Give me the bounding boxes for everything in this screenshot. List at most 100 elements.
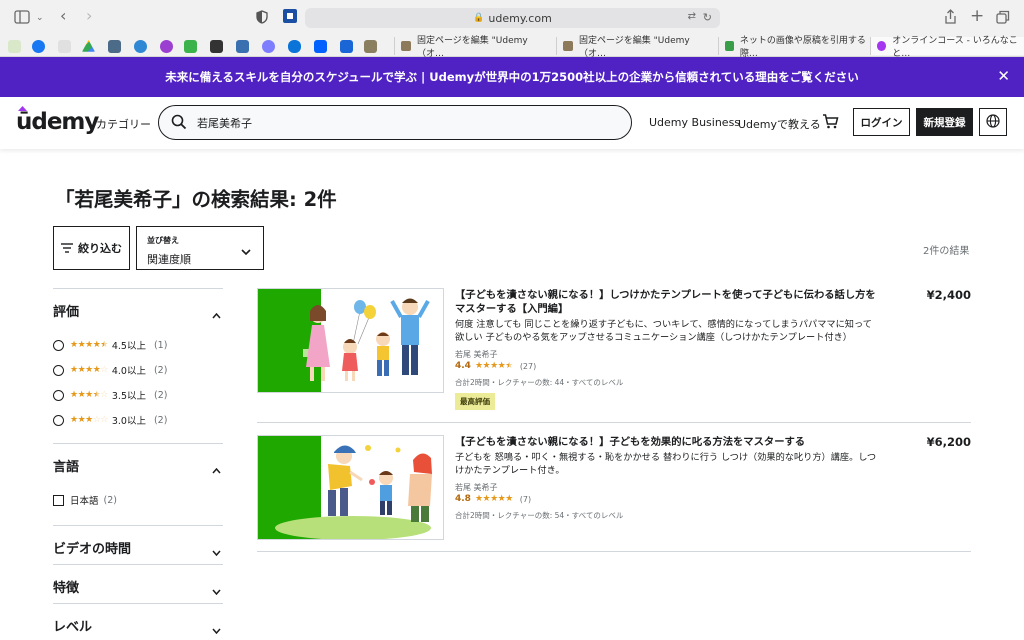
tab-bar: 固定ページを編集 "Udemy（オ… 固定ページを編集 "Udemy（オ… ネッ… [0, 36, 1024, 59]
course-card[interactable]: 【子どもを潰さない親になる！】しつけかたテンプレートを使って子どもに伝わる話し方… [257, 288, 971, 423]
favicon-icon[interactable] [108, 40, 121, 53]
favicon-icon[interactable] [8, 40, 21, 53]
language-button[interactable] [979, 108, 1007, 136]
filter-heading[interactable]: レベル [53, 616, 92, 635]
checkbox[interactable] [53, 494, 64, 506]
tab-title: 固定ページを編集 "Udemy（オ… [578, 36, 690, 59]
translate-icon[interactable]: ⇄ [688, 11, 696, 22]
filter-features[interactable]: 特徴 [53, 564, 223, 603]
tab-favicon-icon [563, 41, 573, 51]
tab-online-course[interactable]: オンラインコース - いろんなこと… [870, 36, 1024, 59]
star-rating-icon: ★★★★★ [474, 494, 513, 504]
back-icon[interactable]: ‹ [60, 8, 66, 24]
cart-icon[interactable] [822, 113, 839, 134]
course-rating: 4.4 ★★★★★ (27) [455, 361, 536, 371]
course-card[interactable]: 【子どもを潰さない親になる！】子どもを効果的に叱る方法をマスターする 子どもを … [257, 435, 971, 552]
dropbox-icon[interactable] [314, 40, 327, 53]
chevron-up-icon[interactable] [212, 459, 221, 478]
tab-overview-icon[interactable] [996, 10, 1010, 29]
share-icon[interactable] [944, 9, 957, 29]
lock-icon: 🔒 [473, 13, 485, 23]
filter-button[interactable]: 絞り込む [53, 226, 130, 270]
course-title[interactable]: 【子どもを潰さない親になる！】子どもを効果的に叱る方法をマスターする [455, 435, 885, 449]
search-icon[interactable] [171, 114, 189, 132]
extension-icon[interactable] [283, 9, 297, 28]
rating-option[interactable]: ★★★★☆ 3.5以上 (2) [53, 388, 167, 402]
google-drive-icon[interactable] [82, 40, 95, 52]
new-tab-icon[interactable]: + [970, 8, 984, 25]
udemy-logo[interactable]: ūdemy [16, 109, 99, 135]
url-text: udemy.com [488, 11, 552, 25]
tab-wp-edit-1[interactable]: 固定ページを編集 "Udemy（オ… [394, 36, 554, 59]
banner-text[interactable]: 未来に備えるスキルを自分のスケジュールで学ぶ | Udemyが世界中の1万250… [165, 69, 859, 85]
favicon-icon[interactable] [210, 40, 223, 53]
rating-option[interactable]: ★★★☆☆ 3.0以上 (2) [53, 413, 167, 427]
favicon-icon[interactable] [236, 40, 249, 53]
rating-option[interactable]: ★★★★☆ 4.0以上 (2) [53, 363, 167, 377]
categories-link[interactable]: カテゴリー [96, 116, 151, 132]
chevron-down-icon [241, 241, 251, 260]
chevron-down-icon[interactable] [212, 541, 221, 560]
facebook-icon[interactable] [32, 40, 45, 53]
login-button[interactable]: ログイン [853, 108, 910, 136]
forward-icon[interactable]: › [86, 8, 92, 24]
rating-count: (2) [153, 389, 168, 401]
course-price: ¥6,200 [926, 435, 971, 449]
chevron-up-icon[interactable] [212, 304, 221, 323]
favicon-icon[interactable] [340, 40, 353, 53]
tab-image-quote[interactable]: ネットの画像や原稿を引用する際… [718, 36, 868, 59]
shield-icon[interactable] [256, 10, 268, 29]
tab-title: ネットの画像や原稿を引用する際… [739, 36, 866, 59]
signup-button[interactable]: 新規登録 [916, 108, 973, 136]
sort-select[interactable]: 並び替え 関連度順 [136, 226, 264, 270]
favicon-icon[interactable] [364, 40, 377, 53]
filter-icon [61, 243, 73, 253]
filter-heading[interactable]: 評価 [53, 301, 79, 320]
rating-label: 3.5以上 [111, 391, 146, 402]
filter-heading[interactable]: 言語 [53, 456, 79, 475]
rating-count: (2) [153, 364, 168, 376]
udemy-tab-icon [877, 41, 887, 51]
filter-heading[interactable]: ビデオの時間 [53, 538, 131, 557]
globe-icon [986, 113, 1000, 132]
favicon-icon[interactable] [134, 40, 147, 53]
chevron-down-icon[interactable] [212, 619, 221, 638]
favicon-icon[interactable] [58, 40, 71, 53]
tab-favicon-icon [401, 41, 411, 51]
rating-option[interactable]: ★★★★★ 4.5以上 (1) [53, 338, 167, 352]
filter-language: 言語 日本語 (2) [53, 443, 223, 525]
teach-link[interactable]: Udemyで教える [738, 116, 821, 132]
course-thumbnail[interactable] [257, 288, 444, 393]
sidebar-toggle-icon[interactable] [14, 10, 30, 29]
favicon-icon[interactable] [184, 40, 197, 53]
udemy-business-link[interactable]: Udemy Business [649, 116, 740, 129]
reload-icon[interactable]: ↻ [703, 11, 712, 24]
star-rating-icon: ★★★★★ [474, 361, 513, 371]
language-option[interactable]: 日本語 (2) [53, 493, 117, 507]
radio-button[interactable] [53, 414, 64, 426]
chevron-down-icon[interactable]: ⌄ [36, 10, 44, 26]
favicon-icon[interactable] [160, 40, 173, 53]
close-icon[interactable]: ✕ [997, 67, 1010, 85]
course-title[interactable]: 【子どもを潰さない親になる！】しつけかたテンプレートを使って子どもに伝わる話し方… [455, 288, 885, 316]
filter-heading[interactable]: 特徴 [53, 577, 79, 596]
cloud-icon[interactable] [288, 40, 301, 53]
search-input[interactable] [197, 116, 597, 129]
site-header: ūdemy カテゴリー Udemy Business Udemyで教える ログイ… [0, 97, 1024, 149]
chevron-down-icon[interactable] [212, 580, 221, 599]
radio-button[interactable] [53, 339, 64, 351]
filter-video-duration[interactable]: ビデオの時間 [53, 525, 223, 564]
address-bar[interactable]: 🔒 udemy.com ⇄ ↻ [305, 8, 720, 28]
rating-count: (1) [153, 339, 168, 351]
search-bar [158, 105, 632, 140]
course-rating: 4.8 ★★★★★ (7) [455, 494, 531, 504]
course-price: ¥2,400 [926, 288, 971, 302]
course-thumbnail[interactable] [257, 435, 444, 540]
filter-level[interactable]: レベル [53, 603, 223, 640]
browser-toolbar: ⌄ ‹ › 🔒 udemy.com ⇄ ↻ + [0, 0, 1024, 36]
rating-label: 4.0以上 [111, 366, 146, 377]
favicon-icon[interactable] [262, 40, 275, 53]
tab-wp-edit-2[interactable]: 固定ページを編集 "Udemy（オ… [556, 36, 716, 59]
radio-button[interactable] [53, 389, 64, 401]
radio-button[interactable] [53, 364, 64, 376]
